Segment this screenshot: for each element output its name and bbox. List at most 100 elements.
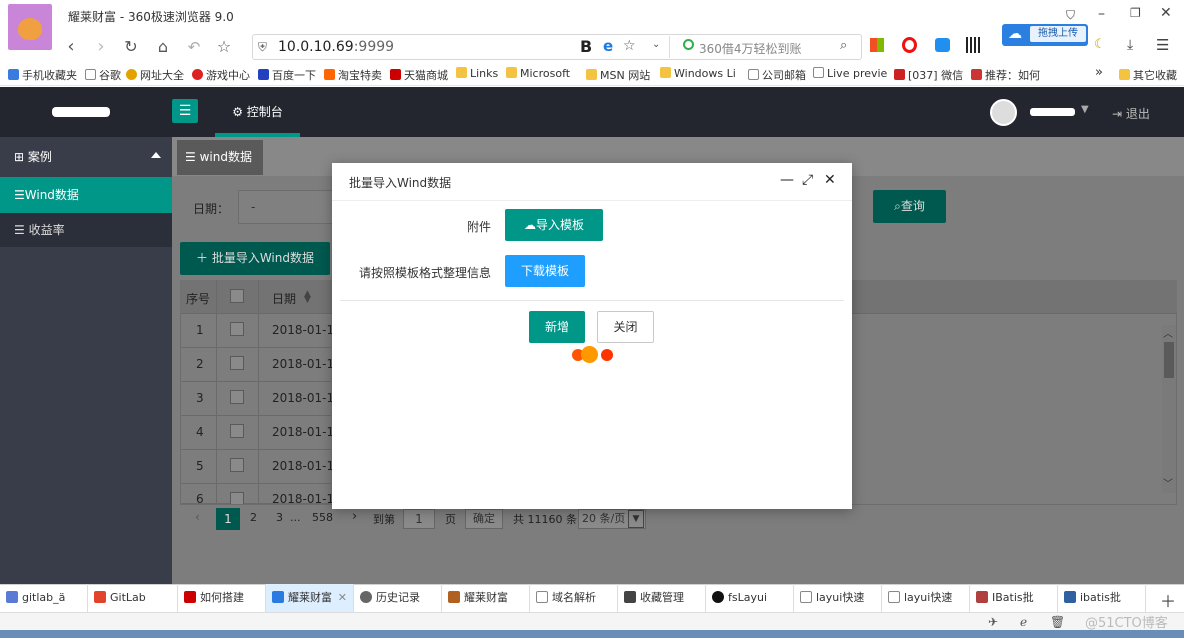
bookmark-item[interactable]: Microsoft [506,67,570,80]
download-template-button[interactable]: 下载模板 [505,255,585,287]
reload-icon[interactable]: ↻ [120,36,142,58]
bookmark-item[interactable]: 网址大全 [126,67,184,83]
row-checkbox[interactable] [230,424,244,438]
menu-toggle-icon[interactable]: ☰ [172,99,198,123]
maximize-icon[interactable]: ⤢ [802,172,813,188]
browser-tab[interactable]: 历史记录 [354,584,442,612]
browser-tab[interactable]: ibatis批 [1058,584,1146,612]
apps-icon[interactable] [870,38,884,52]
browser-avatar[interactable] [8,4,52,50]
menu-icon[interactable]: ☰ [1156,36,1169,54]
bookmark-item[interactable]: 手机收藏夹 [8,67,77,83]
user-avatar[interactable] [990,99,1017,126]
upload-template-button[interactable]: ☁导入模板 [505,209,603,241]
search-icon[interactable]: ⌕ [840,38,847,53]
page-last[interactable]: 558 [312,511,333,524]
close-icon[interactable]: ✕ [824,172,836,188]
date-range-input[interactable]: - [238,190,338,224]
row-checkbox[interactable] [230,356,244,370]
close-tab-icon[interactable]: ✕ [338,584,347,612]
download-icon[interactable]: ⤓ [1127,37,1133,53]
browser-tab[interactable]: gitlab_ä [0,584,88,612]
row-checkbox[interactable] [230,458,244,472]
bookmark-item[interactable]: 谷歌 [85,67,121,83]
col-header-date[interactable]: 日期 [272,290,296,307]
caret-down-icon[interactable]: ▼ [1081,104,1089,115]
bookmark-item[interactable]: MSN 网站 [586,67,650,83]
bookmark-item[interactable]: Links [456,67,498,80]
bookmark-item[interactable]: 推荐：如何 [971,67,1040,83]
browser-tab-active[interactable]: 耀莱财富 ✕ [266,584,354,612]
tab-wind[interactable]: ☰ wind数据 [177,140,263,175]
bookmark-item[interactable]: 游戏中心 [192,67,250,83]
forward-icon[interactable]: › [90,36,112,58]
bookmark-item[interactable]: 淘宝特卖 [324,67,382,83]
trash-icon[interactable]: 🗑 [1050,615,1065,629]
browser-tab[interactable]: IBatis批 [970,584,1058,612]
page-goto-input[interactable]: 1 [403,509,435,529]
bookmarks-more[interactable]: » [1095,65,1103,80]
minimize-icon[interactable]: — [780,172,794,188]
sort-icon[interactable]: ▲ ▼ [304,290,311,305]
qrcode-icon[interactable] [966,37,982,53]
star-icon[interactable]: ☆ [213,36,235,58]
dropdown-icon[interactable]: ⌄ [652,39,660,50]
browser-tab[interactable]: 耀莱财富 [442,584,530,612]
browser-tab[interactable]: fsLayui [706,584,794,612]
browser-tab[interactable]: 域名解析 [530,584,618,612]
page-3[interactable]: 3 [276,511,283,524]
logout-link[interactable]: ⇥ 退出 [1112,105,1150,122]
scroll-down-icon[interactable]: ﹀ [1163,475,1173,490]
opera-icon[interactable] [902,37,917,53]
page-2[interactable]: 2 [250,511,257,524]
select-all-checkbox[interactable] [230,289,244,303]
collapse-arrow-icon[interactable] [151,152,161,158]
scroll-up-icon[interactable]: ︿ [1163,325,1173,340]
bookmark-item[interactable]: 百度一下 [258,67,316,83]
favorite-icon[interactable]: ☆ [623,38,636,54]
query-button[interactable]: ⌕查询 [873,190,946,223]
sidebar-item-wind[interactable]: ☰Wind数据 [0,177,172,213]
page-ok-button[interactable]: 确定 [465,509,503,529]
browser-tab[interactable]: GitLab [88,584,178,612]
bookmark-item[interactable]: 公司邮箱 [748,67,806,83]
browser-tab[interactable]: 如何搭建 [178,584,266,612]
ie-icon[interactable]: e [603,37,613,55]
prev-page-icon[interactable]: ‹ [195,510,200,524]
add-button[interactable]: 新增 [529,311,585,343]
new-tab-icon[interactable]: ＋ [1160,588,1176,612]
nav-console[interactable]: ⚙ 控制台 [215,87,300,137]
browser-tab[interactable]: layui快速 [882,584,970,612]
page-current[interactable]: 1 [216,508,240,530]
row-checkbox[interactable] [230,492,244,504]
bookmark-item[interactable]: Windows Li [660,67,736,80]
ie-mode-icon[interactable]: ℯ [1020,615,1027,629]
sidebar-item-case[interactable]: ⊞ 案例 [0,137,172,177]
row-checkbox[interactable] [230,390,244,404]
close-button[interactable]: 关闭 [597,311,654,343]
undo-icon[interactable]: ↶ [183,36,205,58]
sidebar-item-yield[interactable]: ☰ 收益率 [0,213,172,247]
back-icon[interactable]: ‹ [60,36,82,58]
home-icon[interactable]: ⌂ [152,36,174,58]
url-text[interactable]: 10.0.10.69:9999 [278,39,394,55]
batch-import-button[interactable]: ＋ 批量导入Wind数据 [180,242,330,275]
rocket-icon[interactable]: ✈ [988,615,998,629]
close-window-icon[interactable]: ✕ [1160,5,1172,21]
cloud-icon[interactable] [935,38,950,52]
browser-tab[interactable]: layui快速 [794,584,882,612]
bing-icon[interactable]: B [580,37,592,56]
minimize-icon[interactable]: – [1098,6,1105,22]
restore-icon[interactable]: ❐ [1130,6,1141,20]
scrollbar-thumb[interactable] [1164,342,1174,378]
bookmark-item[interactable]: [037] 微信 [894,67,963,83]
bookmark-other[interactable]: 其它收藏 [1119,67,1177,83]
row-checkbox[interactable] [230,322,244,336]
next-page-icon[interactable]: › [352,509,357,524]
extension-icon[interactable]: ☾ [1094,37,1106,52]
chevron-down-icon[interactable]: ▼ [628,510,644,528]
browser-tab[interactable]: 收藏管理 [618,584,706,612]
bookmark-item[interactable]: 天猫商城 [390,67,448,83]
shirt-icon[interactable]: ⛉ [1066,8,1075,23]
user-name[interactable] [1030,108,1075,116]
